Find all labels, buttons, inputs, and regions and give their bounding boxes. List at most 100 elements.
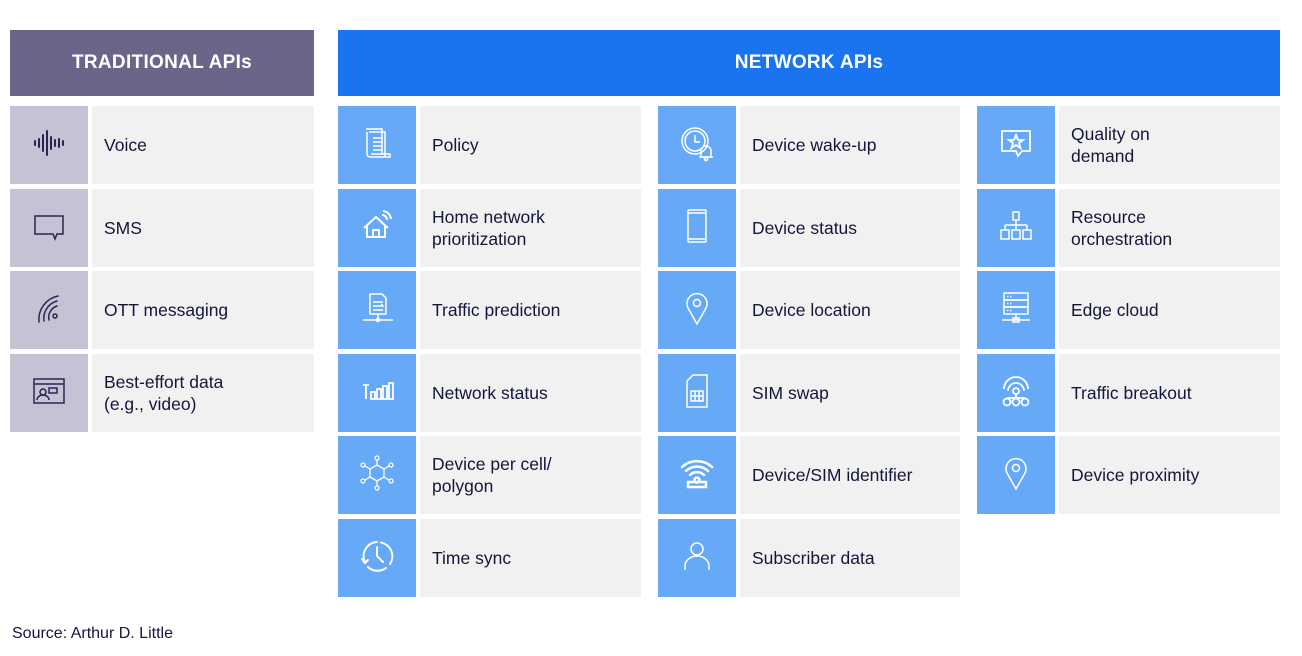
api-item-label: SMS (104, 218, 142, 238)
api-item: OTT messaging (10, 271, 314, 349)
api-item: Edge cloud (977, 271, 1280, 349)
api-item: Home network prioritization (338, 189, 641, 267)
api-item-icon-box (10, 354, 88, 432)
api-item-icon-box (338, 271, 416, 349)
api-item-label: Voice (104, 135, 147, 155)
api-item: Traffic breakout (977, 354, 1280, 432)
api-item-icon-box (658, 519, 736, 597)
api-item-label: Device per cell/ polygon (432, 454, 552, 496)
api-item-label-box: Device per cell/ polygon (420, 436, 641, 514)
api-item-label: Device location (752, 300, 871, 320)
api-item-label-box: Edge cloud (1059, 271, 1280, 349)
api-item-icon-box (977, 354, 1055, 432)
api-item: Time sync (338, 519, 641, 597)
api-item-label-box: Device location (740, 271, 960, 349)
api-item-label-box: Best-effort data (e.g., video) (92, 354, 314, 432)
sound-wave-icon (27, 121, 71, 170)
server-rack-icon (994, 286, 1038, 335)
api-item-icon-box (977, 189, 1055, 267)
api-item-icon-box (338, 106, 416, 184)
api-item-icon-box (338, 436, 416, 514)
api-item: Device per cell/ polygon (338, 436, 641, 514)
api-item-icon-box (338, 519, 416, 597)
api-item-label-box: Traffic prediction (420, 271, 641, 349)
api-item-icon-box (338, 189, 416, 267)
clock-bell-icon (675, 121, 719, 170)
api-item-label: Resource orchestration (1071, 207, 1173, 249)
network-document-icon (355, 286, 399, 335)
location-pin-icon (675, 286, 719, 335)
api-item-label-box: Device/SIM identifier (740, 436, 960, 514)
source-note: Source: Arthur D. Little (12, 625, 173, 642)
api-item: Quality on demand (977, 106, 1280, 184)
api-item-icon-box (977, 106, 1055, 184)
api-item-icon-box (10, 189, 88, 267)
api-item-label-box: Device proximity (1059, 436, 1280, 514)
api-item: Device wake-up (658, 106, 960, 184)
api-item-icon-box (977, 271, 1055, 349)
api-item-label-box: Voice (92, 106, 314, 184)
api-item-label-box: Traffic breakout (1059, 354, 1280, 432)
video-call-window-icon (27, 369, 71, 418)
hierarchy-icon (994, 204, 1038, 253)
api-item-label: Device wake-up (752, 135, 877, 155)
user-icon (675, 534, 719, 583)
api-item-label-box: Resource orchestration (1059, 189, 1280, 267)
api-item-label: Edge cloud (1071, 300, 1159, 320)
location-pin-icon (994, 451, 1038, 500)
api-item-label: Policy (432, 135, 479, 155)
api-item-label: Traffic prediction (432, 300, 561, 320)
api-item-label-box: Policy (420, 106, 641, 184)
api-item-icon-box (658, 271, 736, 349)
network-apis-title: NETWORK APIs (734, 52, 884, 73)
sim-card-icon (675, 369, 719, 418)
api-item-icon-box (658, 106, 736, 184)
api-item: Traffic prediction (338, 271, 641, 349)
api-item-label-box: SMS (92, 189, 314, 267)
api-item-icon-box (658, 189, 736, 267)
api-item-label-box: OTT messaging (92, 271, 314, 349)
api-item-label-box: Time sync (420, 519, 641, 597)
signal-bars-icon (355, 369, 399, 418)
api-item-label: Quality on demand (1071, 124, 1150, 166)
speech-bubble-icon (27, 204, 71, 253)
api-item: Device status (658, 189, 960, 267)
signal-waves-icon (27, 286, 71, 335)
api-item-icon-box (338, 354, 416, 432)
api-item: Subscriber data (658, 519, 960, 597)
api-item-label-box: Home network prioritization (420, 189, 641, 267)
wireless-beacon-icon (675, 451, 719, 500)
api-item: Device/SIM identifier (658, 436, 960, 514)
api-item-label: Time sync (432, 548, 512, 568)
api-item-label: OTT messaging (104, 300, 229, 320)
api-item: Best-effort data (e.g., video) (10, 354, 314, 432)
hexagon-nodes-icon (355, 451, 399, 500)
smartphone-icon (675, 204, 719, 253)
traditional-apis-title: TRADITIONAL APIs (71, 52, 253, 73)
api-item: Voice (10, 106, 314, 184)
api-item-label: Subscriber data (752, 548, 875, 568)
api-item: Device location (658, 271, 960, 349)
star-message-icon (994, 121, 1038, 170)
document-scroll-icon (355, 121, 399, 170)
api-item-icon-box (977, 436, 1055, 514)
api-item-icon-box (10, 271, 88, 349)
api-item-label: Device status (752, 218, 858, 238)
api-item-label-box: Quality on demand (1059, 106, 1280, 184)
api-item-label: Traffic breakout (1071, 383, 1192, 403)
api-item-label-box: SIM swap (740, 354, 960, 432)
traditional-apis-header: TRADITIONAL APIs (10, 30, 314, 96)
api-item: Policy (338, 106, 641, 184)
api-item: Network status (338, 354, 641, 432)
network-apis-header: NETWORK APIs (338, 30, 1280, 96)
api-item-label-box: Subscriber data (740, 519, 960, 597)
api-item-label-box: Network status (420, 354, 641, 432)
api-item-label: Device proximity (1071, 465, 1200, 485)
api-item-label: SIM swap (752, 383, 829, 403)
api-item: Resource orchestration (977, 189, 1280, 267)
smart-home-icon (355, 204, 399, 253)
api-item-label-box: Device wake-up (740, 106, 960, 184)
api-item-label: Best-effort data (e.g., video) (104, 372, 224, 414)
api-item-label-box: Device status (740, 189, 960, 267)
api-item-label: Network status (432, 383, 548, 403)
